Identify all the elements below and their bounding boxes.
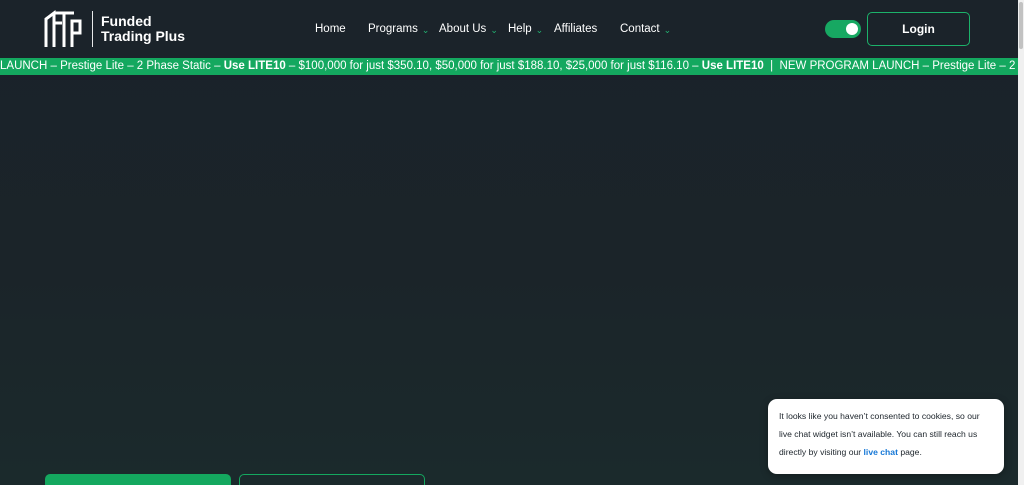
theme-toggle[interactable]	[825, 20, 861, 38]
nav-label: Programs	[368, 23, 418, 35]
nav-item-home[interactable]: Home	[315, 20, 346, 38]
nav-item-programs[interactable]: Programs ⌄	[368, 20, 429, 38]
chevron-down-icon: ⌄	[535, 24, 544, 35]
secondary-cta-button[interactable]	[239, 474, 425, 485]
toggle-knob	[846, 23, 858, 35]
chevron-down-icon: ⌄	[490, 24, 498, 35]
cookie-text-end: page.	[897, 447, 922, 457]
vertical-scrollbar[interactable]	[1018, 0, 1024, 485]
nav-label: Affiliates	[554, 23, 598, 35]
nav-label: About Us	[439, 23, 487, 35]
nav-label: Contact	[620, 23, 660, 35]
ticker-track: LAUNCH – Prestige Lite – 2 Phase Static …	[0, 58, 1018, 75]
logo-divider	[92, 11, 93, 47]
live-chat-link[interactable]: live chat	[864, 447, 898, 457]
promo-code: Use LITE10	[701, 60, 764, 72]
chevron-down-icon: ⌄	[663, 24, 672, 35]
brand-name: Funded Trading Plus	[101, 14, 185, 44]
nav-item-about-us[interactable]: About Us ⌄	[439, 20, 498, 38]
nav-item-help[interactable]: Help ⌄	[508, 20, 543, 38]
site-header: Funded Trading Plus Home Programs ⌄ Abou…	[0, 0, 1018, 58]
page: Funded Trading Plus Home Programs ⌄ Abou…	[0, 0, 1018, 485]
brand-name-line1: Funded	[101, 13, 152, 29]
ftp-logo-icon	[44, 10, 82, 47]
ticker-text: LAUNCH – Prestige Lite – 2 Phase Static …	[0, 60, 224, 72]
cookie-notice: It looks like you haven’t consented to c…	[768, 399, 1004, 474]
scrollbar-thumb[interactable]	[1019, 2, 1023, 49]
promo-code: Use LITE10	[223, 60, 286, 72]
ticker-text: – $100,000 for just $350.10, $50,000 for…	[285, 60, 702, 72]
login-button[interactable]: Login	[867, 12, 970, 46]
promo-ticker: LAUNCH – Prestige Lite – 2 Phase Static …	[0, 58, 1018, 75]
brand-name-line2: Trading Plus	[101, 28, 186, 44]
primary-cta-button[interactable]	[45, 474, 231, 485]
chevron-down-icon: ⌄	[421, 24, 430, 35]
nav-item-contact[interactable]: Contact ⌄	[620, 20, 671, 38]
nav-label: Home	[315, 23, 346, 35]
brand-logo[interactable]: Funded Trading Plus	[44, 9, 185, 49]
nav-label: Help	[508, 23, 532, 35]
nav-item-affiliates[interactable]: Affiliates	[554, 20, 597, 38]
ticker-separator: |	[763, 60, 780, 72]
ticker-text: NEW PROGRAM LAUNCH – Prestige Lite – 2 P…	[779, 60, 1018, 72]
